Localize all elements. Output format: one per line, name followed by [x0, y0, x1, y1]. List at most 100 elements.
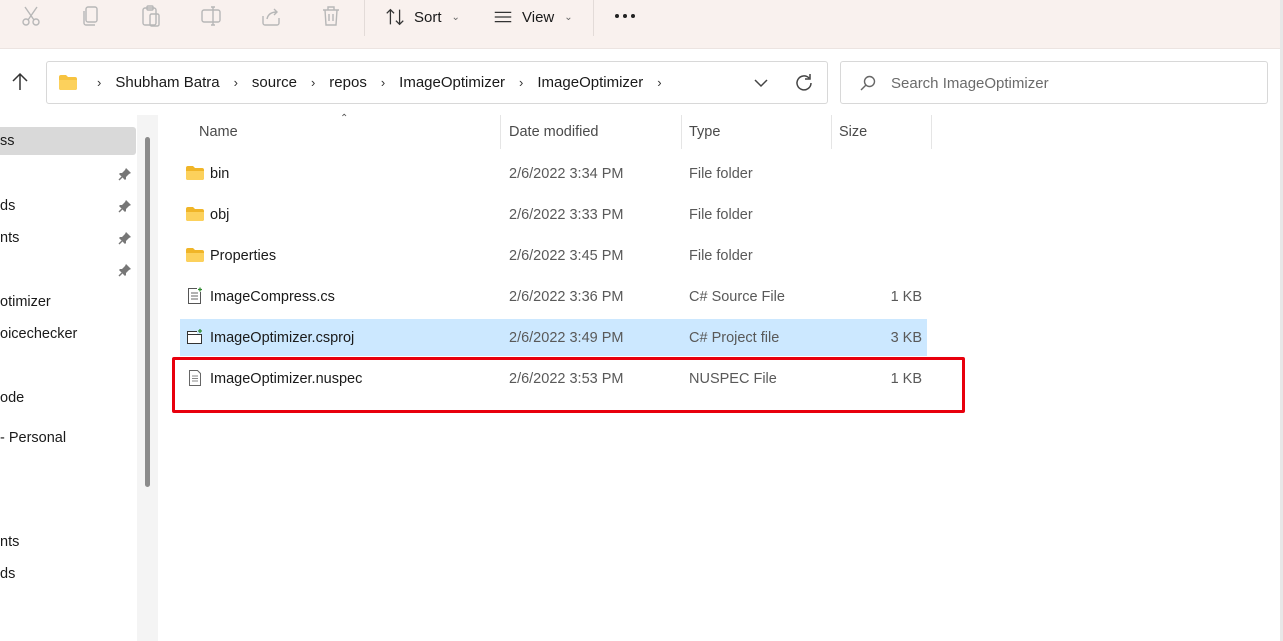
nav-item-label: nts — [0, 230, 20, 246]
file-row[interactable]: ImageOptimizer.csproj 2/6/2022 3:49 PM C# … — [180, 319, 927, 356]
view-button[interactable]: View ⌄ — [492, 4, 573, 30]
pin-icon — [118, 263, 132, 277]
breadcrumb-item[interactable]: Shubham Batra — [111, 74, 223, 91]
nav-item[interactable]: - Personal — [0, 424, 136, 452]
chevron-down-icon[interactable] — [751, 73, 771, 93]
file-date-modified: 2/6/2022 3:49 PM — [509, 329, 624, 346]
file-row[interactable]: ImageOptimizer.nuspec 2/6/2022 3:53 PM NUS… — [180, 360, 927, 397]
sort-button[interactable]: Sort ⌄ — [384, 4, 460, 30]
folder-icon — [185, 204, 205, 224]
file-type: C# Project file — [689, 329, 780, 346]
nav-item[interactable]: oicechecker — [0, 320, 136, 348]
file-type: C# Source File — [689, 288, 785, 305]
nav-item-label: - Personal — [0, 430, 67, 446]
file-size: 1 KB — [890, 288, 922, 305]
chevron-right-icon[interactable]: › — [224, 75, 248, 90]
file-size: 1 KB — [890, 370, 922, 387]
file-name: ImageCompress.cs — [210, 288, 335, 305]
file-date-modified: 2/6/2022 3:53 PM — [509, 370, 624, 387]
pin-icon — [118, 167, 132, 181]
breadcrumb-item[interactable]: source — [248, 74, 301, 91]
folder-icon — [185, 245, 205, 265]
share-icon[interactable] — [259, 4, 283, 28]
file-date-modified: 2/6/2022 3:36 PM — [509, 288, 624, 305]
paste-icon[interactable] — [139, 4, 163, 28]
file-size: 3 KB — [890, 329, 922, 346]
column-header-label: Name — [199, 124, 238, 140]
copy-icon[interactable] — [79, 4, 103, 28]
nav-item-label: oicechecker — [0, 326, 78, 342]
refresh-icon[interactable] — [793, 72, 815, 94]
column-divider[interactable] — [831, 115, 832, 149]
text-file-icon — [185, 368, 205, 388]
file-name: obj — [210, 206, 230, 223]
chevron-right-icon[interactable]: › — [647, 75, 671, 90]
column-header-type[interactable]: Type — [689, 117, 824, 147]
search-box — [840, 61, 1268, 104]
column-header-name[interactable]: Name — [199, 117, 489, 147]
column-header-date[interactable]: Date modified — [509, 117, 674, 147]
breadcrumb-item[interactable]: ImageOptimizer — [533, 74, 647, 91]
sort-icon — [386, 8, 404, 26]
file-row[interactable]: bin 2/6/2022 3:34 PM File folder — [180, 155, 927, 192]
pin-icon — [118, 231, 132, 245]
nav-item-label: otimizer — [0, 294, 51, 310]
column-header-label: Date modified — [509, 124, 599, 140]
up-arrow-icon[interactable] — [8, 70, 32, 94]
toolbar-separator — [593, 0, 594, 36]
chevron-down-icon: ⌄ — [564, 11, 573, 23]
nav-item[interactable]: ode — [0, 384, 136, 412]
column-divider[interactable] — [681, 115, 682, 149]
sort-label: Sort — [414, 8, 442, 26]
chevron-right-icon[interactable]: › — [87, 75, 111, 90]
chevron-right-icon[interactable]: › — [371, 75, 395, 90]
view-label: View — [522, 8, 555, 26]
nav-scrollbar-thumb[interactable] — [145, 137, 150, 487]
file-row[interactable]: obj 2/6/2022 3:33 PM File folder — [180, 196, 927, 233]
folder-icon — [58, 74, 78, 94]
nav-item-label: ode — [0, 390, 25, 406]
nav-item[interactable]: ss — [0, 127, 136, 155]
column-header-label: Type — [689, 124, 721, 140]
chevron-right-icon[interactable]: › — [301, 75, 325, 90]
column-divider[interactable] — [931, 115, 932, 149]
breadcrumb-item[interactable]: repos — [325, 74, 371, 91]
file-type: File folder — [689, 206, 753, 223]
column-divider[interactable] — [500, 115, 501, 149]
search-input[interactable] — [891, 72, 1251, 94]
nav-item[interactable]: nts — [0, 224, 136, 252]
nav-item[interactable]: ds — [0, 560, 136, 588]
folder-icon — [185, 163, 205, 183]
chevron-down-icon: ⌄ — [451, 11, 460, 23]
more-icon[interactable] — [612, 4, 638, 28]
nav-item[interactable] — [0, 256, 136, 284]
nav-item-label: ss — [0, 133, 15, 149]
file-name: ImageOptimizer.csproj — [210, 329, 355, 346]
nav-item[interactable] — [0, 160, 136, 188]
view-icon — [494, 11, 512, 23]
navigation-pane: ss ds nts otimizer oicechecker ode - Personal n… — [0, 115, 158, 641]
column-header-size[interactable]: Size — [839, 117, 924, 147]
rename-icon[interactable] — [199, 4, 223, 28]
file-type: NUSPEC File — [689, 370, 777, 387]
nav-item[interactable]: otimizer — [0, 288, 136, 316]
chevron-right-icon[interactable]: › — [509, 75, 533, 90]
file-type: File folder — [689, 247, 753, 264]
breadcrumb-item[interactable]: ImageOptimizer — [395, 74, 509, 91]
search-icon — [859, 74, 877, 92]
pin-icon — [118, 199, 132, 213]
csharp-file-icon — [185, 286, 205, 306]
address-bar[interactable]: › Shubham Batra › source › repos › ImageOptimiz… — [46, 61, 828, 104]
column-header-label: Size — [839, 124, 868, 140]
file-row[interactable]: Properties 2/6/2022 3:45 PM File folder — [180, 237, 927, 274]
breadcrumb: › Shubham Batra › source › repos › ImageOptimiz… — [87, 62, 672, 103]
nav-item[interactable]: ds — [0, 192, 136, 220]
file-row[interactable]: ImageCompress.cs 2/6/2022 3:36 PM C# Sourc… — [180, 278, 927, 315]
command-bar: Sort ⌄ View ⌄ — [0, 0, 1283, 49]
file-name: ImageOptimizer.nuspec — [210, 370, 363, 387]
delete-icon[interactable] — [319, 4, 343, 28]
file-name: bin — [210, 165, 230, 182]
cut-icon[interactable] — [19, 4, 43, 28]
nav-item[interactable]: nts — [0, 528, 136, 556]
file-date-modified: 2/6/2022 3:45 PM — [509, 247, 624, 264]
